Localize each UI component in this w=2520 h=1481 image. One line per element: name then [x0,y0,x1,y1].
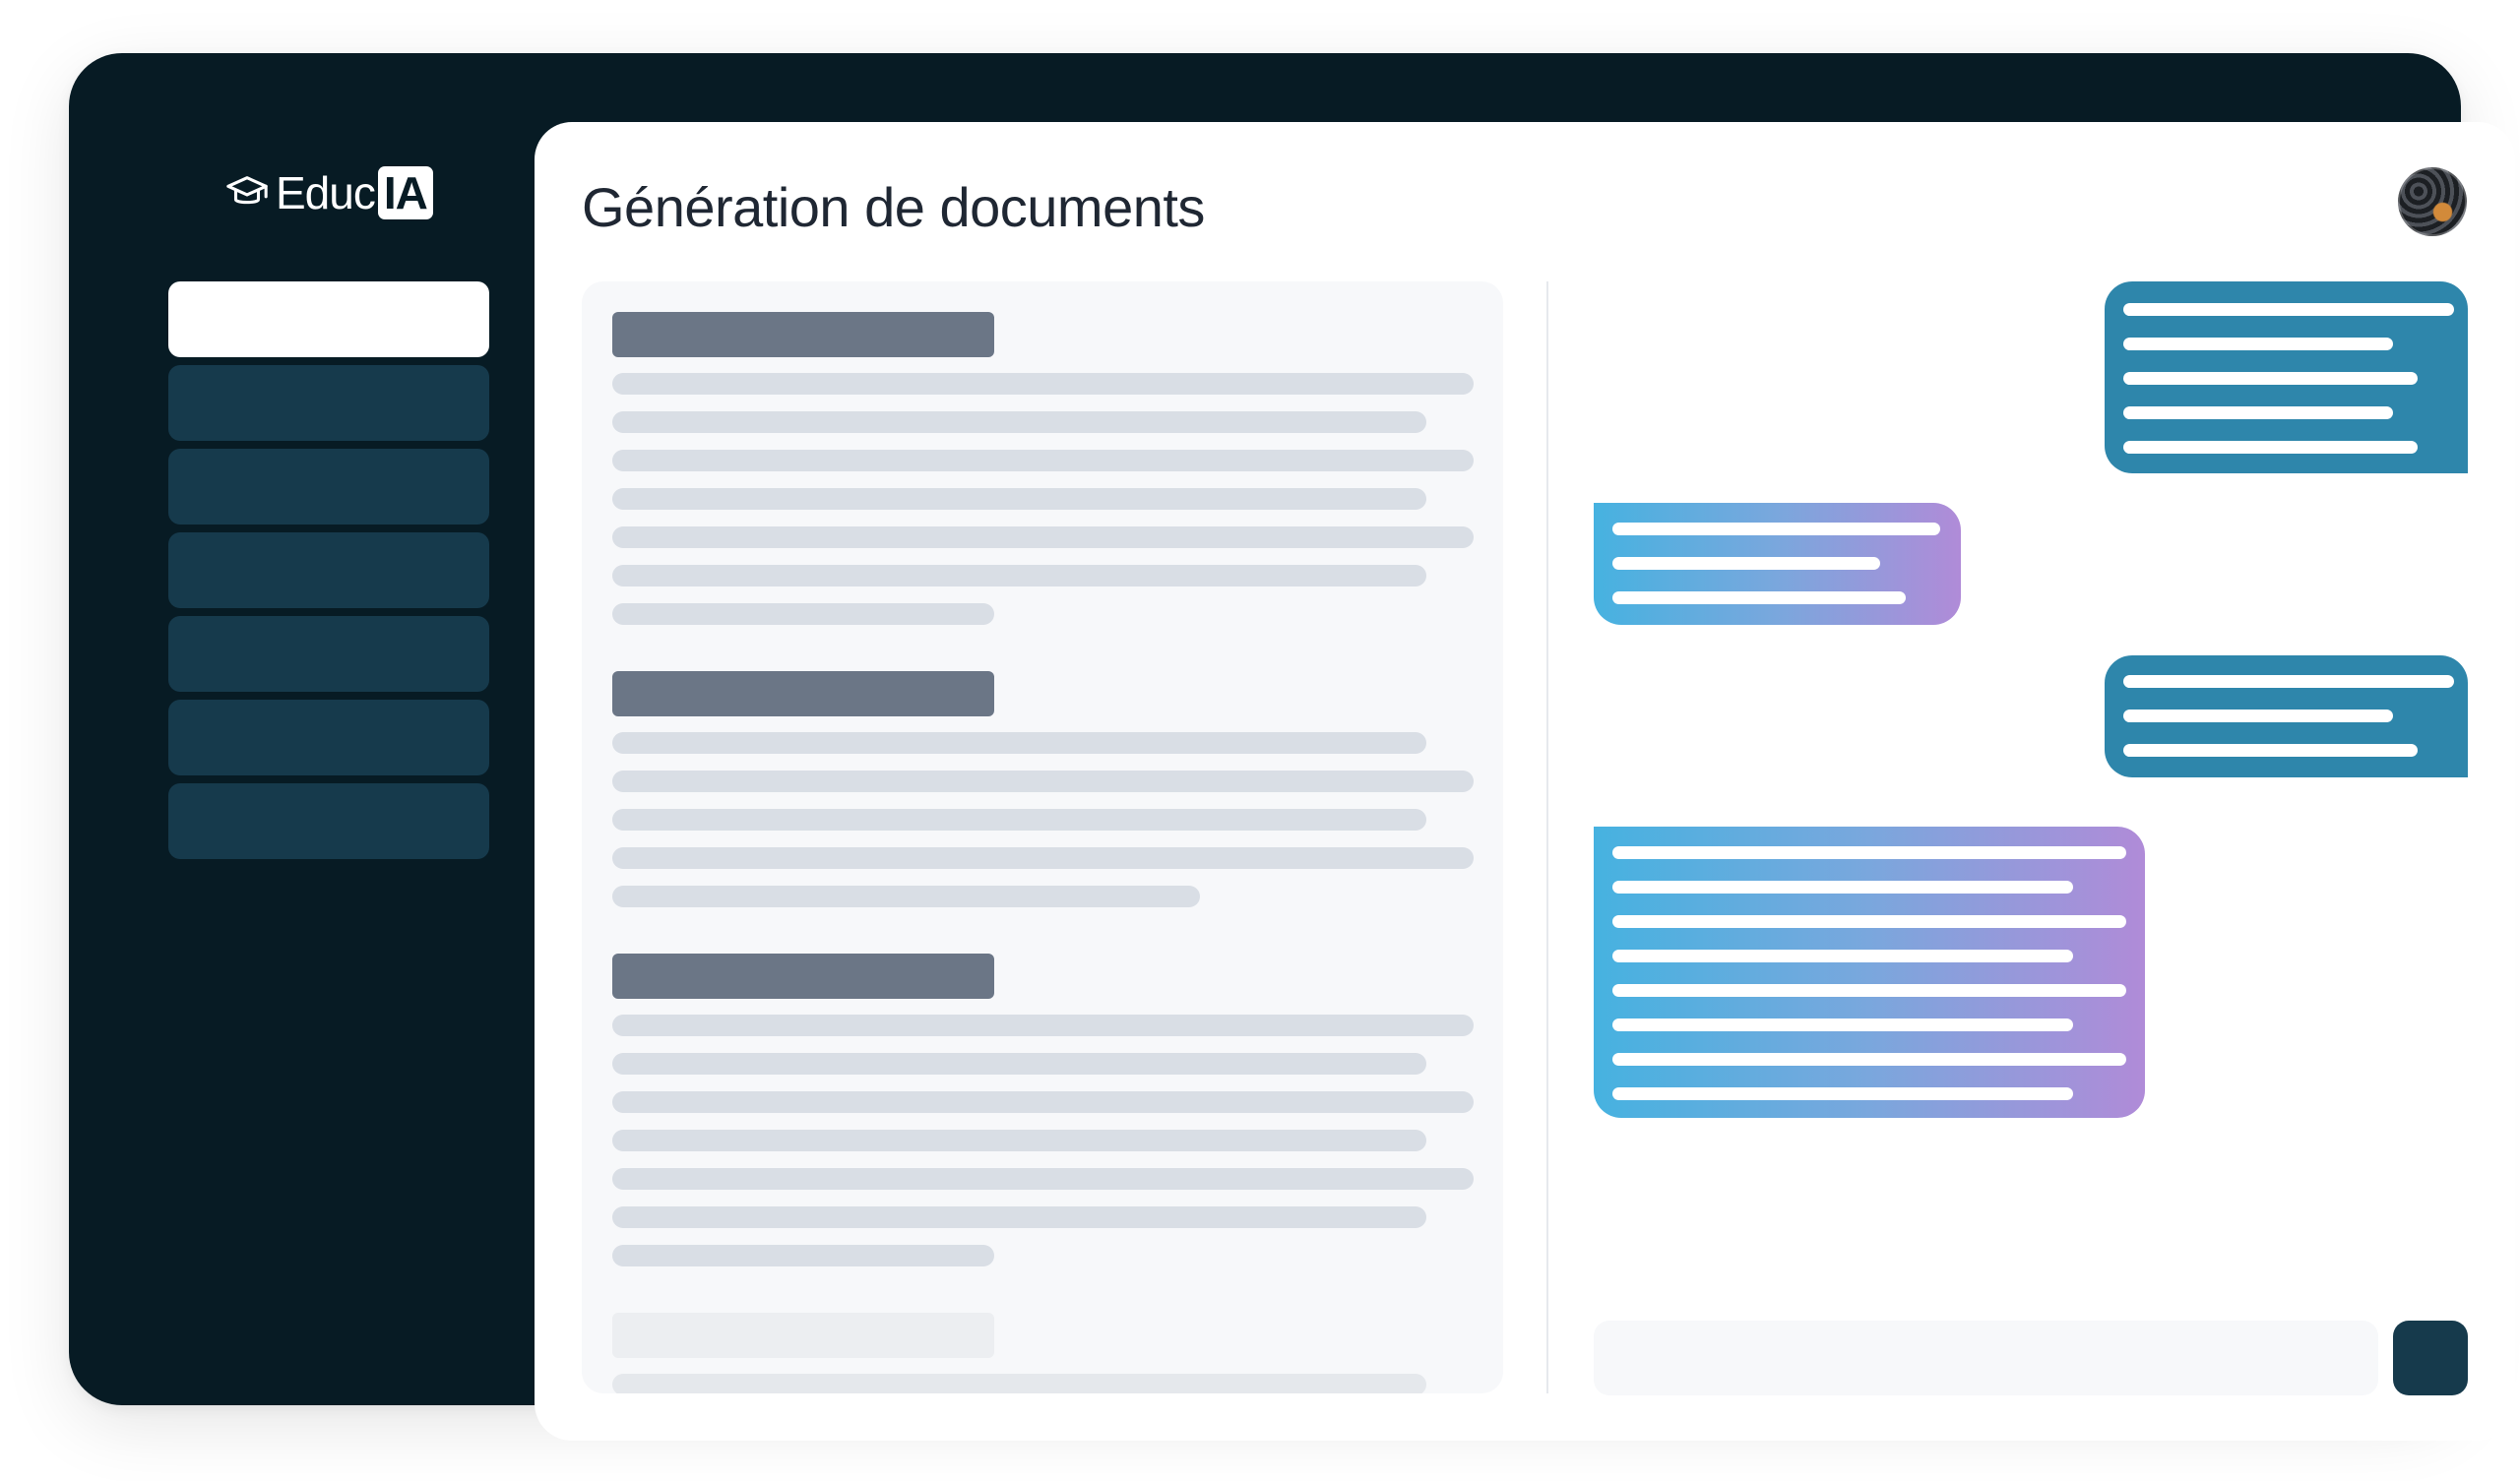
app-logo: Educ IA [224,165,433,220]
section-heading-placeholder [612,954,994,999]
text-line-placeholder [612,1206,1426,1228]
message-line-placeholder [2123,372,2418,385]
message-line-placeholder [2123,441,2418,454]
user-message-bubble [2105,655,2468,777]
message-line-placeholder [1612,984,2126,997]
document-preview[interactable] [582,281,1503,1393]
user-avatar[interactable] [2398,167,2467,236]
text-line-placeholder [612,488,1426,510]
assistant-message-bubble [1594,827,2145,1118]
text-line-placeholder [612,1168,1474,1190]
message-line-placeholder [2123,406,2393,419]
message-line-placeholder [2123,338,2393,350]
sidebar-item-4[interactable] [168,532,489,608]
text-line-placeholder [612,1015,1474,1036]
message-line-placeholder [1612,591,1906,604]
user-message-bubble [2105,281,2468,473]
text-line-placeholder [612,1053,1426,1075]
send-button[interactable] [2393,1321,2468,1395]
message-line-placeholder [1612,1018,2073,1031]
text-line-placeholder [612,373,1474,395]
text-line-placeholder [612,526,1474,548]
section-heading-placeholder [612,671,994,716]
message-line-placeholder [1612,1053,2126,1066]
message-line-placeholder [1612,881,2073,894]
sidebar-item-6[interactable] [168,700,489,775]
sidebar-nav [168,281,489,867]
text-line-placeholder [612,809,1426,831]
panel-divider [1546,281,1548,1393]
text-line-placeholder [612,565,1426,586]
text-line-placeholder [612,603,994,625]
message-line-placeholder [2123,744,2418,757]
sidebar-item-5[interactable] [168,616,489,692]
sidebar-item-active[interactable] [168,281,489,357]
logo-text: Educ [276,167,376,218]
text-line-placeholder [612,1130,1426,1151]
message-line-placeholder [1612,557,1880,570]
sidebar-item-2[interactable] [168,365,489,441]
text-line-placeholder [612,886,1200,907]
text-line-placeholder [612,450,1474,471]
message-line-placeholder [1612,846,2126,859]
text-line-placeholder [612,771,1474,792]
graduation-cap-icon [226,176,268,205]
text-line-placeholder [612,1091,1474,1113]
text-line-placeholder [612,847,1474,869]
assistant-message-bubble [1594,503,1961,625]
logo-badge: IA [377,166,433,219]
message-line-placeholder [2123,710,2393,722]
text-line-placeholder [612,411,1426,433]
chat-input[interactable] [1594,1321,2378,1395]
text-line-placeholder [612,1245,994,1266]
message-line-placeholder [1612,950,2073,962]
text-line-placeholder [612,732,1426,754]
main-content: Génération de documents [535,122,2515,1441]
message-line-placeholder [2123,675,2454,688]
section-heading-placeholder [612,312,994,357]
sidebar-item-7[interactable] [168,783,489,859]
message-line-placeholder [1612,915,2126,928]
message-line-placeholder [1612,1087,2073,1100]
sidebar-item-3[interactable] [168,449,489,525]
message-line-placeholder [2123,303,2454,316]
text-line-placeholder [612,1374,1426,1393]
section-heading-placeholder [612,1313,994,1358]
page-title: Génération de documents [582,176,1205,238]
app-window: Educ IA Génération de documents [69,53,2515,1441]
message-line-placeholder [1612,523,1940,535]
